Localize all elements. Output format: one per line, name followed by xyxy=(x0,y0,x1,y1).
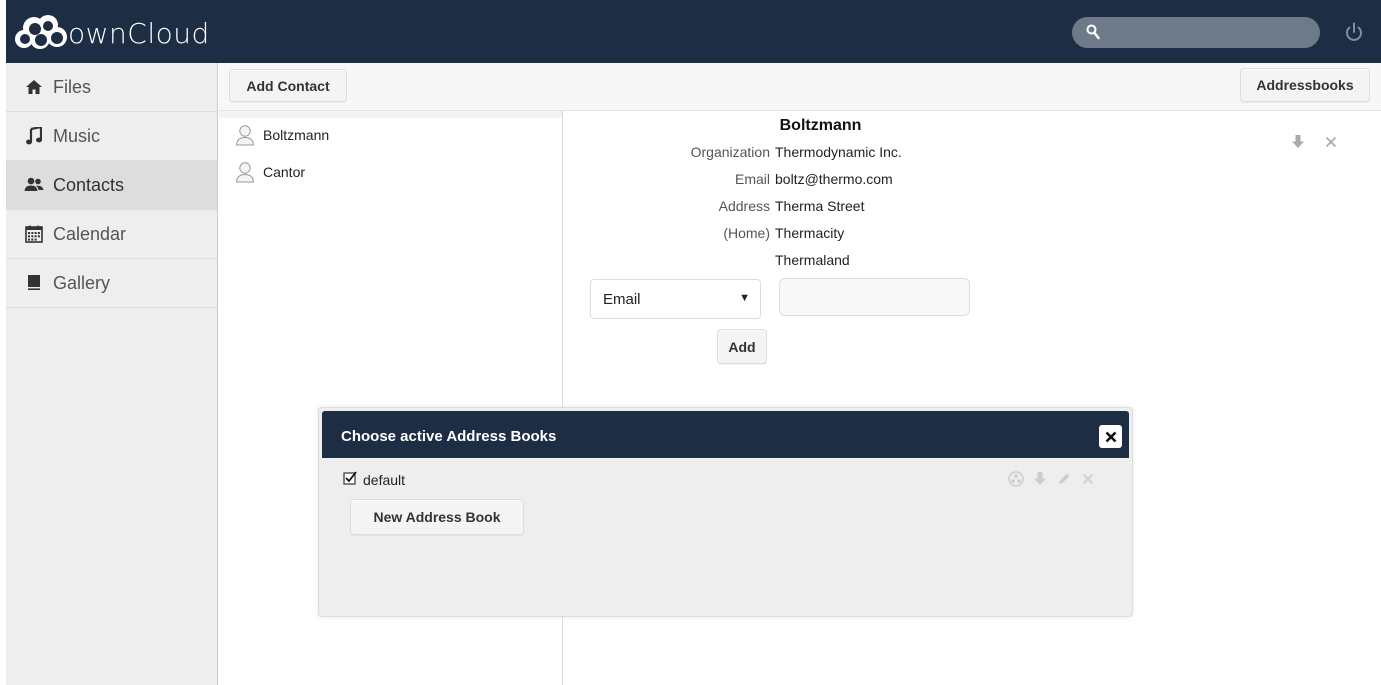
nav-item-label: Calendar xyxy=(53,223,127,244)
brand-name: ownCloud xyxy=(68,16,210,50)
nav-item-label: Files xyxy=(53,76,92,97)
share-icon[interactable] xyxy=(1007,470,1025,488)
contact-name: Cantor xyxy=(263,164,306,180)
gallery-icon xyxy=(24,273,44,293)
user-avatar-icon xyxy=(235,125,255,146)
contact-full-name[interactable]: Boltzmann xyxy=(563,117,1078,135)
contact-name: Boltzmann xyxy=(263,127,330,143)
nav-item-label: Music xyxy=(53,125,101,146)
list-top-strip xyxy=(219,111,562,118)
search-box[interactable] xyxy=(1072,17,1320,48)
nav-item-gallery[interactable]: Gallery xyxy=(6,259,217,308)
nav-item-contacts[interactable]: Contacts xyxy=(6,161,217,210)
address-books-dialog: Choose active Address Books default New … xyxy=(318,407,1133,617)
email-value[interactable]: boltz@thermo.com xyxy=(775,171,893,187)
close-icon xyxy=(1105,431,1116,442)
cloud-logo-icon xyxy=(15,15,67,49)
nav-item-label: Gallery xyxy=(53,272,111,293)
property-label: Address xyxy=(718,198,770,214)
controls-bar: Add Contact Addressbooks xyxy=(219,63,1381,111)
organization-value[interactable]: Thermodynamic Inc. xyxy=(775,144,902,160)
download-icon[interactable] xyxy=(1031,470,1049,488)
search-input[interactable] xyxy=(1110,22,1306,43)
email-property: Email boltz@thermo.com xyxy=(563,171,1381,198)
address-property: Address Therma Street xyxy=(563,198,1381,225)
add-contact-button[interactable]: Add Contact xyxy=(229,69,347,102)
addressbooks-button[interactable]: Addressbooks xyxy=(1240,68,1370,102)
addressbook-name: default xyxy=(363,472,406,488)
download-icon[interactable] xyxy=(1291,134,1305,153)
music-icon xyxy=(24,126,44,146)
new-address-book-button[interactable]: New Address Book xyxy=(350,499,524,535)
address-property-line: (Home) Thermacity xyxy=(563,225,1381,252)
power-icon xyxy=(1346,22,1362,41)
address-line[interactable]: Thermaland xyxy=(775,252,850,268)
nav-item-files[interactable]: Files xyxy=(6,63,217,112)
logout-button[interactable] xyxy=(1342,20,1366,44)
users-icon xyxy=(24,175,44,195)
search-icon xyxy=(1086,24,1100,40)
dialog-titlebar[interactable]: Choose active Address Books xyxy=(322,411,1129,458)
delete-icon[interactable] xyxy=(1079,470,1097,488)
property-value-input[interactable] xyxy=(779,278,970,316)
header-bar: ownCloud xyxy=(0,0,1381,63)
user-avatar-icon xyxy=(235,162,255,183)
organization-property: Organization Thermodynamic Inc. xyxy=(563,144,1381,171)
addressbook-actions xyxy=(1007,470,1097,488)
list-item-contact[interactable]: Boltzmann xyxy=(219,118,562,152)
property-type-select[interactable]: Email ▼ xyxy=(590,279,761,319)
addressbook-active-checkbox[interactable] xyxy=(343,471,357,485)
selected-property-type: Email xyxy=(603,290,641,308)
list-item-contact[interactable]: Cantor xyxy=(219,152,562,192)
dialog-title: Choose active Address Books xyxy=(341,428,557,445)
nav-item-calendar[interactable]: Calendar xyxy=(6,210,217,259)
property-label: Organization xyxy=(690,144,770,160)
dropdown-arrow-icon: ▼ xyxy=(739,292,750,304)
checkbox-checked-icon xyxy=(343,471,357,485)
add-property-button[interactable]: Add xyxy=(717,329,767,364)
nav-item-label: Contacts xyxy=(53,174,125,195)
addressbook-row: default xyxy=(343,470,1113,492)
property-label: Email xyxy=(734,171,770,187)
address-line[interactable]: Therma Street xyxy=(775,198,864,214)
dialog-close-button[interactable] xyxy=(1099,425,1122,448)
nav-item-music[interactable]: Music xyxy=(6,112,217,161)
address-line[interactable]: Thermacity xyxy=(775,225,844,241)
address-type-label: (Home) xyxy=(723,225,770,241)
contact-list: Boltzmann Cantor xyxy=(219,118,562,192)
calendar-icon xyxy=(24,224,44,244)
app-navigation: Files Music Contacts Calendar Gallery xyxy=(6,63,218,685)
home-icon xyxy=(24,77,44,97)
owncloud-logo[interactable]: ownCloud xyxy=(12,11,210,51)
edit-pencil-icon[interactable] xyxy=(1055,470,1073,488)
delete-icon[interactable] xyxy=(1325,135,1337,151)
address-property-line: Thermaland xyxy=(563,252,1381,279)
